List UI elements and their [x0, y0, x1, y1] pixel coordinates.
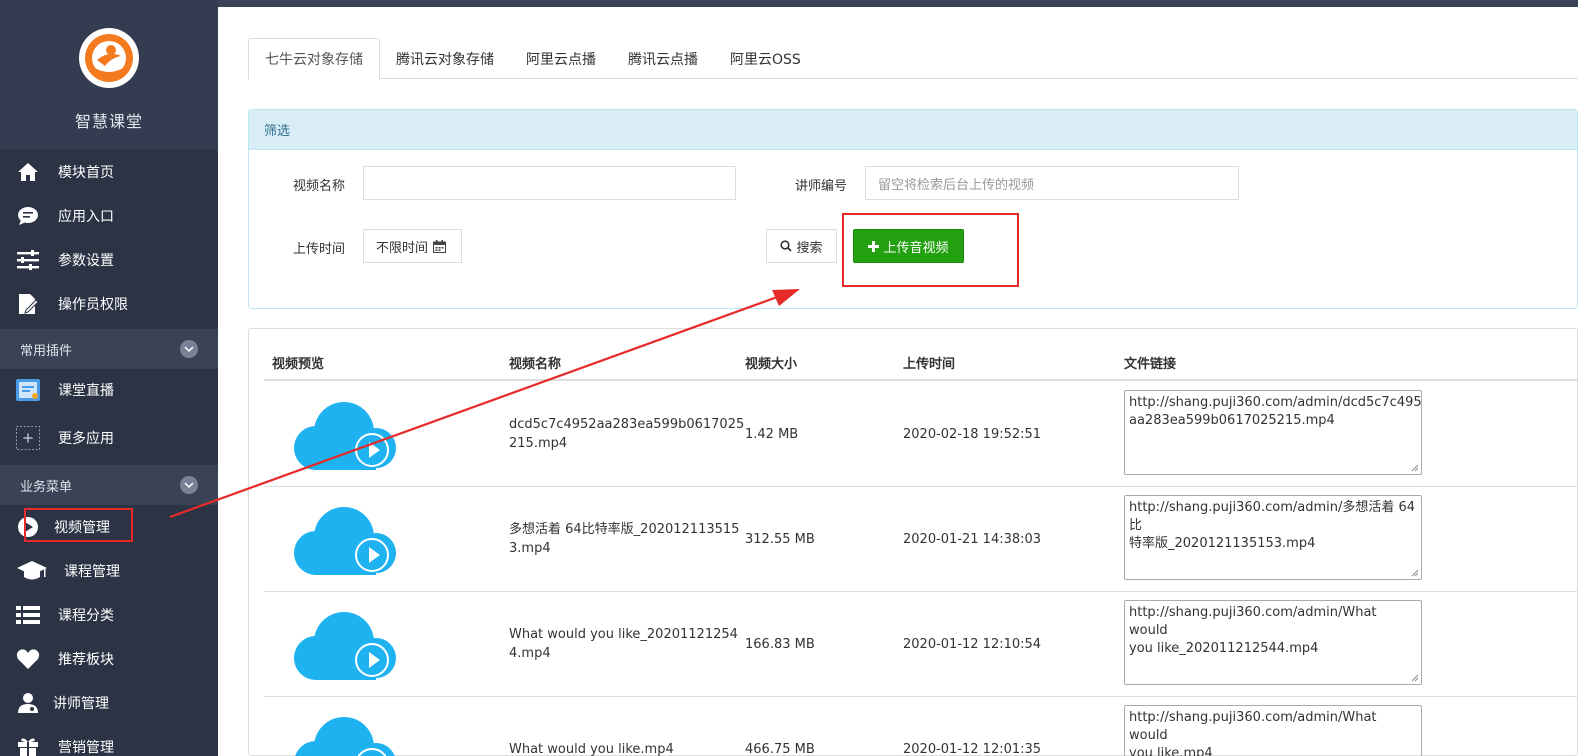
sidebar-item-teacher[interactable]: 讲师管理	[0, 681, 218, 725]
video-name: What would you like.mp4	[509, 742, 674, 756]
header-video-size: 视频大小	[745, 357, 798, 372]
table-row: What would you like_20201121254 4.mp4 166…	[264, 592, 1578, 697]
sliders-icon	[16, 248, 40, 272]
brand-name: 智慧课堂	[74, 112, 143, 131]
sidebar-item-params[interactable]: 参数设置	[0, 238, 218, 282]
video-size: 466.75 MB	[745, 742, 815, 756]
upload-time: 2020-01-12 12:10:54	[903, 637, 1042, 652]
table-row: What would you like.mp4 466.75 MB 2020-0…	[264, 697, 1578, 756]
tab-tencent-vod[interactable]: 腾讯云点播	[612, 38, 714, 79]
calendar-icon	[433, 239, 447, 253]
tab-qiniu[interactable]: 七牛云对象存储	[248, 38, 380, 80]
sidebar-item-label: 讲师管理	[53, 696, 109, 712]
nav-group-label: 常用插件	[20, 343, 73, 359]
chevron-down-icon	[180, 476, 198, 494]
sidebar-item-label: 推荐板块	[58, 652, 114, 668]
sidebar-item-live[interactable]: 课堂直播	[0, 369, 218, 411]
tab-aliyun-oss[interactable]: 阿里云OSS	[714, 38, 817, 79]
video-name-label: 视频名称	[293, 179, 346, 194]
plus-icon	[16, 426, 40, 450]
video-name: dcd5c7c4952aa283ea599b0617025 215.mp4	[509, 417, 745, 451]
upload-time: 2020-01-12 12:01:35	[903, 742, 1042, 756]
nav-group-business[interactable]: 业务菜单	[0, 465, 218, 505]
sidebar-item-home[interactable]: 模块首页	[0, 150, 218, 194]
logo-icon	[79, 28, 139, 88]
sidebar-item-label: 参数设置	[58, 253, 114, 269]
header-preview: 视频预览	[272, 357, 325, 372]
live-icon	[16, 378, 40, 402]
annotation-highlight-upload	[842, 213, 1019, 287]
sidebar: 智慧课堂 模块首页 应用入口 参数设置 操作员权限 常用插件 课堂直播 更多应用…	[0, 0, 218, 756]
sidebar-item-course-manage[interactable]: 课程管理	[0, 549, 218, 593]
table-row: 多想活着 64比特率版_202012113515 3.mp4 312.55 MB …	[264, 487, 1578, 592]
brand: 智慧课堂	[0, 0, 218, 150]
list-icon	[16, 603, 40, 627]
video-name: 多想活着 64比特率版_202012113515 3.mp4	[509, 522, 740, 556]
sidebar-item-label: 更多应用	[58, 431, 114, 447]
cloud-video-icon[interactable]	[294, 503, 396, 575]
edit-doc-icon	[16, 292, 40, 316]
file-link-textarea[interactable]: http://shang.puji360.com/admin/What woul…	[1124, 600, 1422, 685]
sidebar-item-more-apps[interactable]: 更多应用	[0, 411, 218, 465]
chevron-down-icon	[180, 340, 198, 358]
sidebar-item-label: 课程分类	[58, 608, 114, 624]
teacher-id-label: 讲师编号	[795, 179, 848, 194]
resize-handle-icon[interactable]	[1411, 464, 1419, 472]
table-header: 视频预览 视频名称 视频大小 上传时间 文件链接	[264, 343, 1578, 381]
video-name-input[interactable]	[363, 166, 736, 200]
header-file-link: 文件链接	[1124, 357, 1177, 372]
sidebar-item-label: 课堂直播	[58, 383, 114, 399]
sidebar-item-app-entry[interactable]: 应用入口	[0, 194, 218, 238]
resize-handle-icon[interactable]	[1411, 674, 1419, 682]
teacher-id-input[interactable]: 留空将检索后台上传的视频	[865, 166, 1239, 200]
tab-aliyun-vod[interactable]: 阿里云点播	[510, 38, 612, 79]
sidebar-item-label: 营销管理	[58, 740, 114, 756]
cloud-video-icon[interactable]	[294, 608, 396, 680]
file-link-textarea[interactable]: http://shang.puji360.com/admin/多想活着 64比特…	[1124, 495, 1422, 580]
sidebar-item-label: 应用入口	[58, 209, 114, 225]
header-upload-time: 上传时间	[903, 357, 956, 372]
video-size: 312.55 MB	[745, 532, 815, 547]
heart-icon	[16, 647, 40, 671]
upload-time: 2020-02-18 19:52:51	[903, 427, 1042, 442]
filter-title: 筛选	[249, 110, 1577, 150]
file-link-textarea[interactable]: http://shang.puji360.com/admin/What woul…	[1124, 705, 1422, 756]
chat-icon	[16, 204, 40, 228]
sidebar-item-course-category[interactable]: 课程分类	[0, 593, 218, 637]
resize-handle-icon[interactable]	[1411, 569, 1419, 577]
search-button-label: 搜索	[796, 240, 823, 256]
upload-time-value: 不限时间	[376, 240, 429, 256]
video-size: 1.42 MB	[745, 427, 799, 442]
top-bar	[218, 0, 1578, 7]
upload-time-label: 上传时间	[293, 242, 346, 257]
sidebar-item-label: 模块首页	[58, 165, 114, 181]
sidebar-item-operator[interactable]: 操作员权限	[0, 282, 218, 326]
upload-time: 2020-01-21 14:38:03	[903, 532, 1042, 547]
annotation-highlight-video-manage	[24, 508, 133, 542]
tab-tencent-cos[interactable]: 腾讯云对象存储	[380, 38, 510, 79]
teacher-icon	[16, 691, 40, 715]
sidebar-item-label: 操作员权限	[58, 297, 128, 313]
table-row: dcd5c7c4952aa283ea599b0617025 215.mp4 1.4…	[264, 382, 1578, 487]
video-size: 166.83 MB	[745, 637, 815, 652]
gift-icon	[16, 735, 40, 756]
cloud-video-icon[interactable]	[294, 398, 396, 470]
search-button[interactable]: 搜索	[766, 229, 837, 263]
graduation-icon	[16, 559, 48, 583]
home-icon	[16, 160, 40, 184]
video-name: What would you like_20201121254 4.mp4	[509, 627, 738, 661]
sidebar-item-marketing[interactable]: 营销管理	[0, 725, 218, 756]
sidebar-item-recommend[interactable]: 推荐板块	[0, 637, 218, 681]
cloud-video-icon[interactable]	[294, 713, 396, 756]
search-icon	[780, 240, 793, 252]
file-link-textarea[interactable]: http://shang.puji360.com/admin/dcd5c7c49…	[1124, 390, 1422, 475]
nav-group-plugins[interactable]: 常用插件	[0, 329, 218, 369]
nav-group-label: 业务菜单	[20, 479, 73, 495]
upload-time-picker[interactable]: 不限时间	[363, 229, 462, 263]
header-video-name: 视频名称	[509, 357, 562, 372]
storage-tabs: 七牛云对象存储 腾讯云对象存储 阿里云点播 腾讯云点播 阿里云OSS	[248, 38, 1578, 80]
sidebar-item-label: 课程管理	[64, 564, 120, 580]
